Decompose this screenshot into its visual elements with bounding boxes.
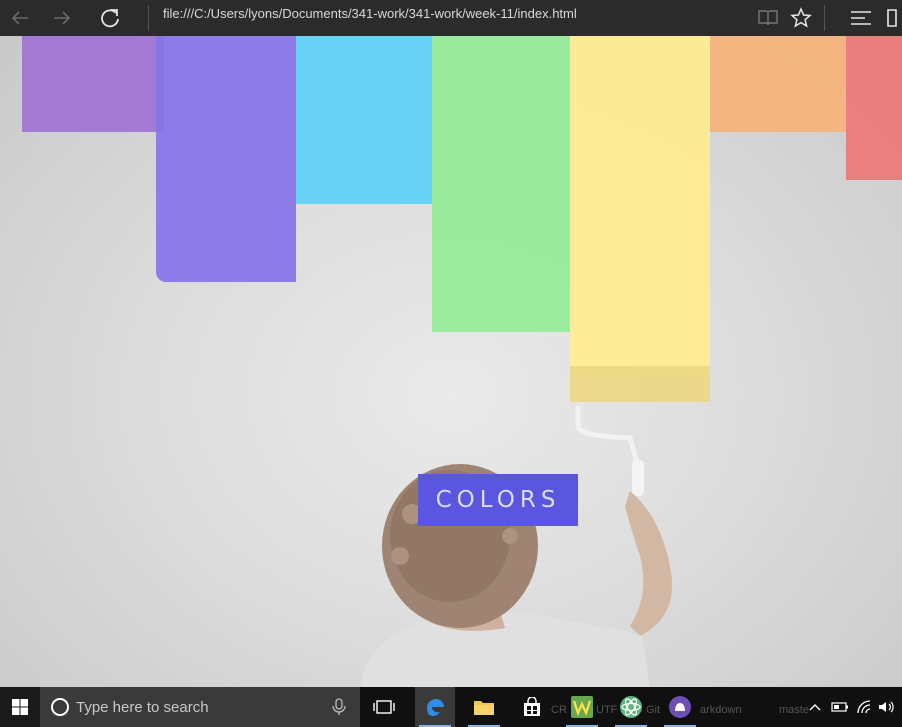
paint-stripe-yellow bbox=[570, 36, 710, 376]
chevron-up-icon bbox=[809, 704, 821, 711]
paint-stripe-orange bbox=[710, 36, 846, 132]
toolbar-divider-2 bbox=[824, 5, 825, 31]
atom-taskbar-button[interactable] bbox=[611, 687, 651, 727]
hub-button[interactable] bbox=[841, 0, 881, 36]
store-icon bbox=[524, 697, 540, 716]
app-w-icon bbox=[571, 696, 593, 718]
windows-start-icon bbox=[12, 699, 28, 715]
task-view-icon bbox=[373, 700, 395, 714]
refresh-icon bbox=[101, 9, 119, 28]
notes-button[interactable] bbox=[880, 0, 902, 36]
favorite-button[interactable] bbox=[781, 0, 821, 36]
favorite-star-icon bbox=[790, 7, 812, 28]
battery-icon bbox=[831, 702, 848, 712]
taskbar-ghost-label-5: maste bbox=[779, 704, 809, 716]
paint-stripe-green bbox=[432, 36, 570, 332]
edge-taskbar-button[interactable] bbox=[415, 687, 455, 727]
taskbar-ghost-label-4: arkdown bbox=[700, 704, 742, 716]
back-arrow-icon bbox=[11, 11, 28, 25]
atom-icon bbox=[620, 696, 642, 718]
person-painting-illustration bbox=[360, 406, 672, 687]
paint-stripe-blue bbox=[296, 36, 432, 204]
taskbar-search-box[interactable]: Type here to search bbox=[40, 687, 360, 727]
windows-taskbar: Type here to search CR UTF Git arkdown m… bbox=[0, 687, 902, 727]
toolbar-divider bbox=[148, 5, 149, 31]
hub-icon bbox=[851, 11, 871, 25]
store-taskbar-button[interactable] bbox=[512, 687, 552, 727]
battery-tray-button[interactable] bbox=[830, 687, 850, 727]
refresh-button[interactable] bbox=[90, 0, 130, 36]
hero-title: COLORS bbox=[418, 474, 578, 526]
file-explorer-taskbar-button[interactable] bbox=[464, 687, 504, 727]
volume-icon bbox=[879, 701, 894, 713]
page-viewport: COLORS bbox=[0, 36, 902, 687]
show-hidden-icons-button[interactable] bbox=[806, 687, 824, 727]
cortana-icon bbox=[51, 698, 69, 716]
file-explorer-icon bbox=[474, 701, 494, 715]
back-button[interactable] bbox=[0, 0, 40, 36]
address-bar[interactable]: file:///C:/Users/lyons/Documents/341-wor… bbox=[163, 0, 577, 36]
microphone-icon[interactable] bbox=[332, 698, 346, 716]
edge-icon bbox=[427, 699, 444, 716]
volume-tray-button[interactable] bbox=[876, 687, 896, 727]
wifi-icon bbox=[857, 700, 871, 714]
taskbar-ghost-label-3: Git bbox=[646, 704, 661, 716]
network-tray-button[interactable] bbox=[855, 687, 875, 727]
search-placeholder: Type here to search bbox=[76, 699, 209, 716]
task-view-button[interactable] bbox=[364, 687, 404, 727]
reading-view-icon bbox=[758, 10, 778, 26]
roller-handle-icon bbox=[632, 460, 644, 496]
github-desktop-icon bbox=[669, 696, 691, 718]
forward-button[interactable] bbox=[42, 0, 82, 36]
paint-stripe-purple bbox=[22, 36, 164, 132]
notes-icon bbox=[887, 9, 897, 27]
paint-stripe-violet bbox=[156, 36, 296, 282]
paint-stripe-red bbox=[846, 36, 902, 180]
forward-arrow-icon bbox=[54, 11, 71, 25]
browser-toolbar: file:///C:/Users/lyons/Documents/341-wor… bbox=[0, 0, 902, 36]
github-desktop-taskbar-button[interactable] bbox=[660, 687, 700, 727]
start-button[interactable] bbox=[0, 687, 40, 727]
